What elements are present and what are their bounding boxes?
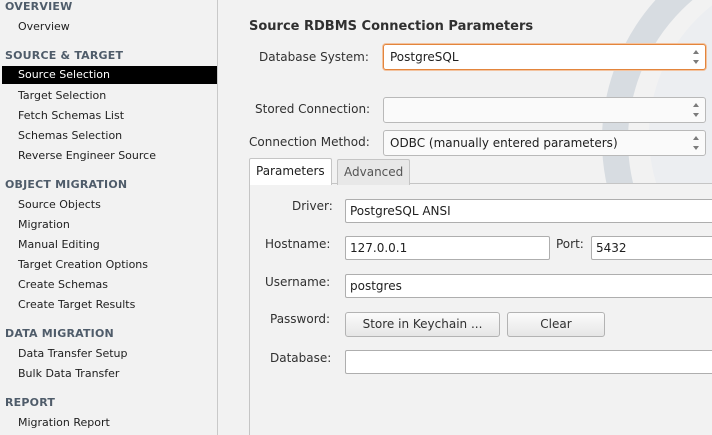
database-label: Database: xyxy=(270,351,332,365)
stored-connection-label: Stored Connection: xyxy=(255,102,371,116)
port-input[interactable]: 5432 xyxy=(591,236,712,260)
select-arrows-icon xyxy=(693,136,699,150)
tab-parameters[interactable]: Parameters xyxy=(249,158,332,185)
section-header-object-migration: OBJECT MIGRATION xyxy=(5,178,128,191)
database-system-select[interactable]: PostgreSQL xyxy=(383,44,706,70)
tab-advanced[interactable]: Advanced xyxy=(337,159,411,185)
page-title: Source RDBMS Connection Parameters xyxy=(249,19,534,34)
select-arrows-icon xyxy=(693,50,699,64)
sidebar-item-overview[interactable]: Overview xyxy=(2,18,217,36)
connection-method-label: Connection Method: xyxy=(249,135,370,149)
database-input[interactable] xyxy=(345,350,712,374)
section-header-data-migration: DATA MIGRATION xyxy=(5,327,114,340)
stored-connection-select[interactable] xyxy=(383,97,706,123)
sidebar-item-fetch-schemas-list[interactable]: Fetch Schemas List xyxy=(2,107,217,125)
connection-method-select[interactable]: ODBC (manually entered parameters) xyxy=(383,130,706,156)
sidebar-item-source-selection[interactable]: Source Selection xyxy=(2,66,217,84)
sidebar: OVERVIEW Overview SOURCE & TARGET Source… xyxy=(0,0,218,435)
port-label: Port: xyxy=(556,237,584,251)
username-label: Username: xyxy=(265,275,331,289)
sidebar-item-bulk-data-transfer[interactable]: Bulk Data Transfer xyxy=(2,365,217,383)
database-system-label: Database System: xyxy=(259,50,369,64)
store-in-keychain-button[interactable]: Store in Keychain ... xyxy=(345,312,500,337)
section-header-report: REPORT xyxy=(5,396,56,409)
sidebar-item-manual-editing[interactable]: Manual Editing xyxy=(2,236,217,254)
sidebar-item-migration[interactable]: Migration xyxy=(2,216,217,234)
section-header-overview: OVERVIEW xyxy=(5,0,73,13)
select-arrows-icon xyxy=(693,103,699,117)
sidebar-item-source-objects[interactable]: Source Objects xyxy=(2,196,217,214)
password-label: Password: xyxy=(270,312,331,326)
sidebar-item-schemas-selection[interactable]: Schemas Selection xyxy=(2,127,217,145)
sidebar-item-create-target-results[interactable]: Create Target Results xyxy=(2,296,217,314)
sidebar-item-reverse-engineer-source[interactable]: Reverse Engineer Source xyxy=(2,147,217,165)
sidebar-item-target-creation-options[interactable]: Target Creation Options xyxy=(2,256,217,274)
sidebar-item-data-transfer-setup[interactable]: Data Transfer Setup xyxy=(2,345,217,363)
sidebar-item-create-schemas[interactable]: Create Schemas xyxy=(2,276,217,294)
driver-label: Driver: xyxy=(292,199,333,213)
section-header-source-target: SOURCE & TARGET xyxy=(5,49,124,62)
hostname-label: Hostname: xyxy=(265,237,331,251)
connection-method-value: ODBC (manually entered parameters) xyxy=(390,136,618,150)
hostname-input[interactable]: 127.0.0.1 xyxy=(345,236,550,260)
sidebar-item-migration-report[interactable]: Migration Report xyxy=(2,414,217,432)
database-system-value: PostgreSQL xyxy=(390,50,459,64)
username-input[interactable]: postgres xyxy=(345,274,712,298)
driver-field[interactable]: PostgreSQL ANSI xyxy=(345,199,712,223)
clear-password-button[interactable]: Clear xyxy=(507,312,605,337)
sidebar-item-target-selection[interactable]: Target Selection xyxy=(2,87,217,105)
